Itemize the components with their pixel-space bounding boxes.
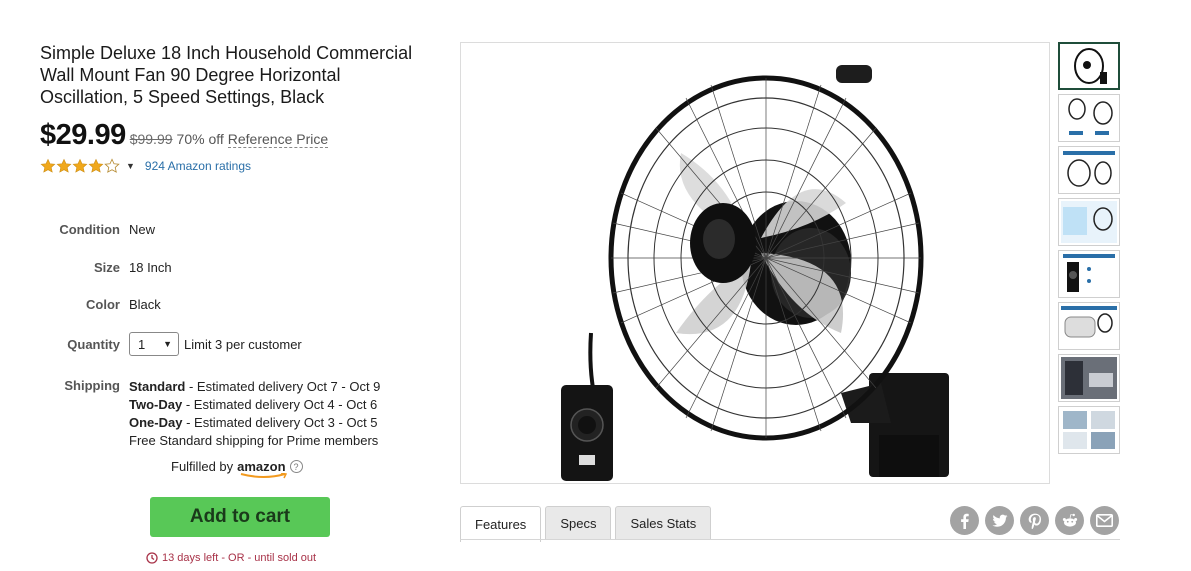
countdown: 13 days left - OR - until sold out [146,552,316,564]
rating-row[interactable]: ▼ 924 Amazon ratings [40,158,420,174]
fan-thumbnail-image [1063,254,1115,292]
thumbnail-8[interactable] [1058,406,1120,454]
pinterest-icon [1028,513,1041,529]
shipping-label: Shipping [64,378,120,393]
reddit-share-button[interactable] [1055,506,1084,535]
email-share-button[interactable] [1090,506,1119,535]
color-value: Black [129,297,161,312]
countdown-text: 13 days left - OR - until sold out [162,552,317,564]
add-to-cart-button[interactable]: Add to cart [150,497,330,537]
product-info: Simple Deluxe 18 Inch Household Commerci… [40,42,420,564]
fan-thumbnail-image [1068,98,1113,135]
thumbnail-6[interactable] [1058,302,1120,350]
pinterest-share-button[interactable] [1020,506,1049,535]
shipping-option-text: - Estimated delivery Oct 7 - Oct 9 [185,379,381,394]
condition-value: New [129,222,156,237]
tab-divider [460,539,1120,540]
twitter-share-button[interactable] [985,506,1014,535]
shipping-row: Shipping Standard - Estimated delivery O… [40,378,420,450]
shipping-option-two-day: Two-Day - Estimated delivery Oct 4 - Oct… [129,396,380,414]
shipping-option-name: Two-Day [129,397,183,412]
size-label: Size [93,260,120,275]
size-value: 18 Inch [129,260,172,275]
email-icon [1096,514,1113,527]
star-full-icon [72,158,88,173]
shipping-option-name: Standard [129,379,186,394]
product-title: Simple Deluxe 18 Inch Household Commerci… [40,43,413,107]
star-rating [40,158,120,174]
thumbnail-strip [1058,42,1120,458]
shipping-option-name: One-Day [129,415,183,430]
shipping-options: Standard - Estimated delivery Oct 7 - Oc… [129,378,380,450]
ratings-count-link[interactable]: 924 Amazon ratings [145,159,251,173]
star-full-icon [88,158,104,173]
clock-icon [146,552,158,564]
thumbnail-4[interactable] [1058,198,1120,246]
quantity-select[interactable]: 1 ▼ [129,332,179,356]
shipping-option-text: - Estimated delivery Oct 3 - Oct 5 [182,415,378,430]
thumbnail-2[interactable] [1058,94,1120,142]
shipping-option-one-day: One-Day - Estimated delivery Oct 3 - Oct… [129,414,380,432]
quantity-row: Quantity 1 ▼ Limit 3 per customer [40,332,420,356]
price-row: $29.99 $99.99 70% off Reference Price [40,119,420,152]
wall-fan-image [561,65,949,481]
color-label: Color [86,297,120,312]
reference-price-link[interactable]: Reference Price [227,131,329,148]
condition-row: Condition New [40,222,420,237]
help-icon[interactable]: ? [289,460,303,473]
fulfilled-label: Fulfilled by [171,459,234,474]
facebook-icon [960,513,969,529]
quantity-control: 1 ▼ Limit 3 per customer [129,332,302,356]
size-row: Size 18 Inch [40,260,420,275]
tab-sales-stats[interactable]: Sales Stats [615,506,712,540]
thumbnail-1[interactable] [1058,42,1120,90]
fan-thumbnail-image [1061,201,1117,243]
price: $29.99 [40,119,126,151]
amazon-logo: amazon [237,459,288,479]
fan-thumbnail-image [1074,48,1107,84]
info-tabs: Features Specs Sales Stats [460,506,712,542]
quantity-label: Quantity [67,336,120,352]
chevron-down-icon[interactable]: ▼ [126,161,135,171]
tab-features[interactable]: Features [460,506,542,542]
discount: 70% off [176,131,224,147]
twitter-icon [991,514,1007,527]
free-shipping-note: Free Standard shipping for Prime members [129,433,379,448]
star-full-icon [40,158,56,173]
quantity-value: 1 [138,336,146,352]
shipping-option-text: - Estimated delivery Oct 4 - Oct 6 [182,397,378,412]
tab-specs[interactable]: Specs [545,506,612,540]
main-product-image[interactable] [460,42,1050,484]
thumbnail-7[interactable] [1058,354,1120,402]
color-row: Color Black [40,297,420,312]
fan-thumbnail-image [1063,411,1115,449]
fulfilled-by: Fulfilled by amazon ? [171,459,303,479]
quantity-limit: Limit 3 per customer [184,336,302,352]
amazon-smile-icon [240,473,288,479]
facebook-share-button[interactable] [950,506,979,535]
chevron-down-icon: ▼ [163,339,172,349]
fan-thumbnail-image [1063,151,1115,187]
thumbnail-3[interactable] [1058,146,1120,194]
reddit-icon [1062,513,1077,527]
star-full-icon [56,158,72,173]
shipping-option-standard: Standard - Estimated delivery Oct 7 - Oc… [129,378,380,396]
condition-label: Condition [59,222,120,237]
star-empty-icon [104,158,120,173]
list-price: $99.99 [129,131,173,147]
thumbnail-5[interactable] [1058,250,1120,298]
fan-thumbnail-image [1061,306,1117,338]
fan-thumbnail-image [1061,357,1117,399]
share-buttons [950,506,1119,535]
